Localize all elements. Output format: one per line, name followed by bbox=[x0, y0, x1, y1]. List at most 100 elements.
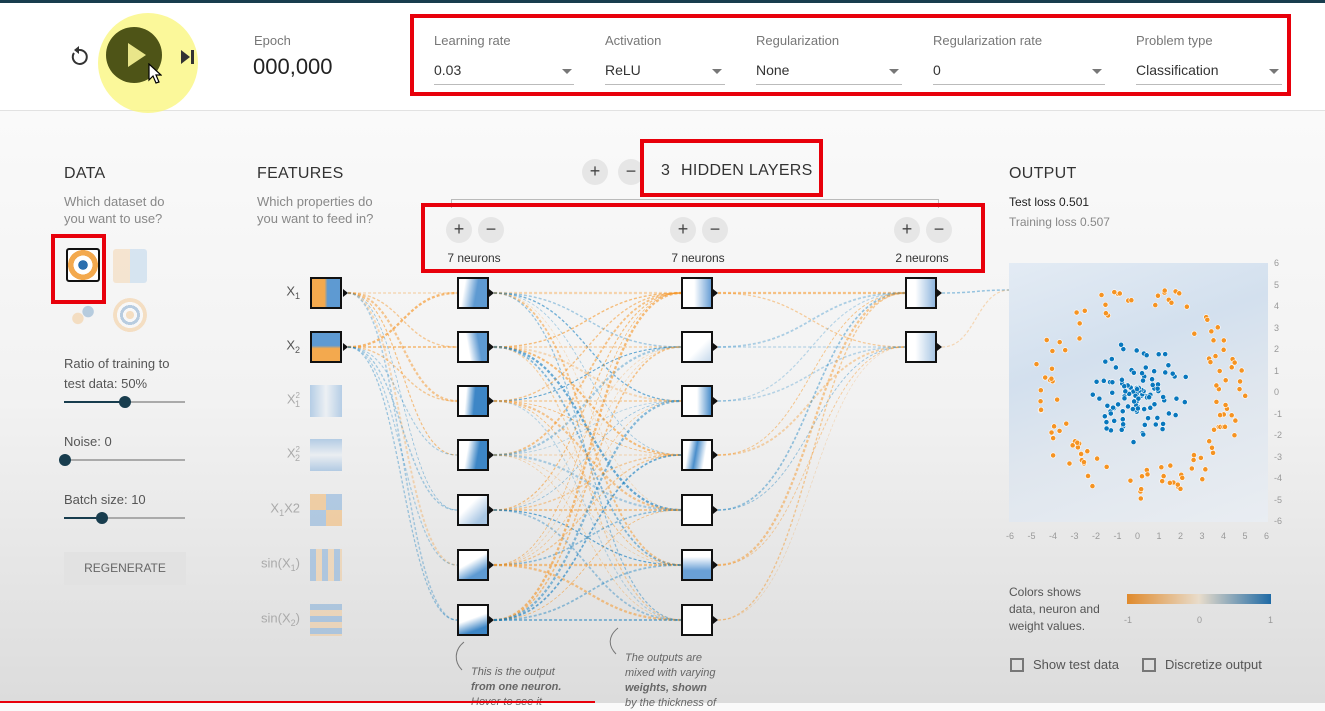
data-point bbox=[1111, 289, 1118, 296]
data-point bbox=[1119, 416, 1126, 423]
data-point bbox=[1049, 365, 1055, 372]
y-tick-label: 1 bbox=[1274, 365, 1280, 376]
note-curve-1 bbox=[455, 641, 465, 671]
data-point bbox=[1228, 412, 1235, 419]
y-tick-label: -2 bbox=[1274, 430, 1283, 440]
data-point bbox=[1081, 459, 1087, 466]
x-tick-label: -6 bbox=[1006, 531, 1015, 541]
weight-link[interactable] bbox=[347, 346, 458, 456]
data-point bbox=[1037, 387, 1044, 394]
discretize-output-checkbox[interactable] bbox=[1142, 658, 1156, 672]
add-layer-button[interactable]: + bbox=[582, 159, 608, 185]
data-point bbox=[1158, 464, 1165, 471]
data-point bbox=[1190, 457, 1197, 463]
neuron-node[interactable] bbox=[905, 277, 937, 309]
data-point bbox=[1237, 378, 1243, 385]
data-point bbox=[1116, 290, 1123, 297]
weight-link[interactable] bbox=[493, 454, 682, 621]
data-point bbox=[1207, 359, 1214, 366]
data-point bbox=[1104, 402, 1111, 409]
x-tick-label: -1 bbox=[1113, 531, 1122, 541]
highlight-neurons-box bbox=[421, 203, 985, 273]
neuron-node[interactable] bbox=[457, 331, 489, 363]
data-point bbox=[1084, 448, 1091, 455]
neuron-node[interactable] bbox=[905, 331, 937, 363]
data-point bbox=[1142, 364, 1149, 371]
neuron-node[interactable] bbox=[681, 549, 713, 581]
neuron-node[interactable] bbox=[457, 494, 489, 526]
neuron-node[interactable] bbox=[457, 277, 489, 309]
neuron-output-arrow bbox=[713, 397, 718, 405]
weight-link[interactable] bbox=[941, 289, 1011, 348]
neuron-node[interactable] bbox=[681, 331, 713, 363]
weight-link[interactable] bbox=[347, 346, 458, 566]
data-point bbox=[1078, 451, 1085, 457]
note-curve-2 bbox=[609, 627, 619, 655]
data-point bbox=[1183, 303, 1190, 310]
y-tick-label: 3 bbox=[1274, 322, 1280, 333]
weight-link[interactable] bbox=[493, 564, 682, 621]
neuron-output-arrow bbox=[713, 343, 718, 351]
data-point bbox=[1103, 419, 1110, 426]
weight-link[interactable] bbox=[717, 292, 906, 348]
data-point bbox=[1154, 415, 1161, 421]
data-point bbox=[1110, 404, 1117, 411]
show-test-data-checkbox[interactable] bbox=[1010, 658, 1024, 672]
data-point bbox=[1143, 352, 1150, 359]
neuron-node[interactable] bbox=[681, 277, 713, 309]
neuron-output-arrow bbox=[489, 289, 494, 297]
data-point bbox=[1202, 466, 1209, 473]
data-point bbox=[1122, 388, 1129, 395]
weight-link[interactable] bbox=[347, 291, 458, 349]
highlight-dataset-box bbox=[51, 234, 106, 304]
neuron-node[interactable] bbox=[681, 439, 713, 471]
weight-link[interactable] bbox=[493, 563, 682, 622]
data-point bbox=[1222, 423, 1228, 430]
neuron-output-arrow bbox=[489, 561, 494, 569]
data-point bbox=[1152, 421, 1159, 428]
highlight-hidden-layers-box bbox=[640, 139, 823, 197]
data-point bbox=[1155, 351, 1162, 358]
output-title: OUTPUT bbox=[1009, 165, 1077, 182]
weight-link[interactable] bbox=[347, 346, 458, 621]
data-point bbox=[1119, 408, 1126, 415]
legend-line: data, neuron and bbox=[1009, 602, 1100, 616]
data-point bbox=[1050, 452, 1057, 459]
weight-link[interactable] bbox=[493, 292, 682, 348]
weight-link[interactable] bbox=[347, 346, 458, 402]
neuron-output-arrow bbox=[713, 289, 718, 297]
data-point bbox=[1232, 417, 1239, 424]
weight-link[interactable] bbox=[347, 292, 458, 566]
data-point bbox=[1179, 474, 1186, 481]
weight-link[interactable] bbox=[717, 292, 906, 511]
neuron-node[interactable] bbox=[457, 439, 489, 471]
neuron-node[interactable] bbox=[457, 549, 489, 581]
scale-tick-max: 1 bbox=[1268, 615, 1274, 625]
note-line: This is the output bbox=[471, 666, 555, 678]
neuron-output-arrow bbox=[489, 451, 494, 459]
neuron-node[interactable] bbox=[457, 604, 489, 636]
weight-link[interactable] bbox=[717, 346, 906, 566]
neuron-node[interactable] bbox=[681, 385, 713, 417]
neuron-node[interactable] bbox=[457, 385, 489, 417]
data-point bbox=[1075, 444, 1081, 451]
weight-link[interactable] bbox=[493, 292, 682, 348]
data-point bbox=[1159, 478, 1166, 485]
weight-link[interactable] bbox=[347, 292, 458, 621]
data-point bbox=[1125, 403, 1131, 410]
training-loss-value: 0.507 bbox=[1079, 215, 1110, 229]
weight-link[interactable] bbox=[717, 292, 906, 348]
weight-link[interactable] bbox=[717, 346, 906, 511]
data-point bbox=[1076, 320, 1083, 327]
neuron-output-arrow bbox=[937, 289, 942, 297]
neuron-node[interactable] bbox=[681, 494, 713, 526]
weight-link[interactable] bbox=[717, 346, 906, 621]
output-scatter bbox=[1033, 287, 1249, 502]
scale-tick-min: -1 bbox=[1124, 615, 1133, 625]
test-loss-label: Test loss bbox=[1009, 195, 1056, 209]
data-point bbox=[1102, 358, 1109, 365]
data-point bbox=[1074, 439, 1081, 446]
neuron-node[interactable] bbox=[681, 604, 713, 636]
data-point bbox=[1135, 395, 1142, 402]
y-tick-label: -3 bbox=[1274, 451, 1283, 462]
